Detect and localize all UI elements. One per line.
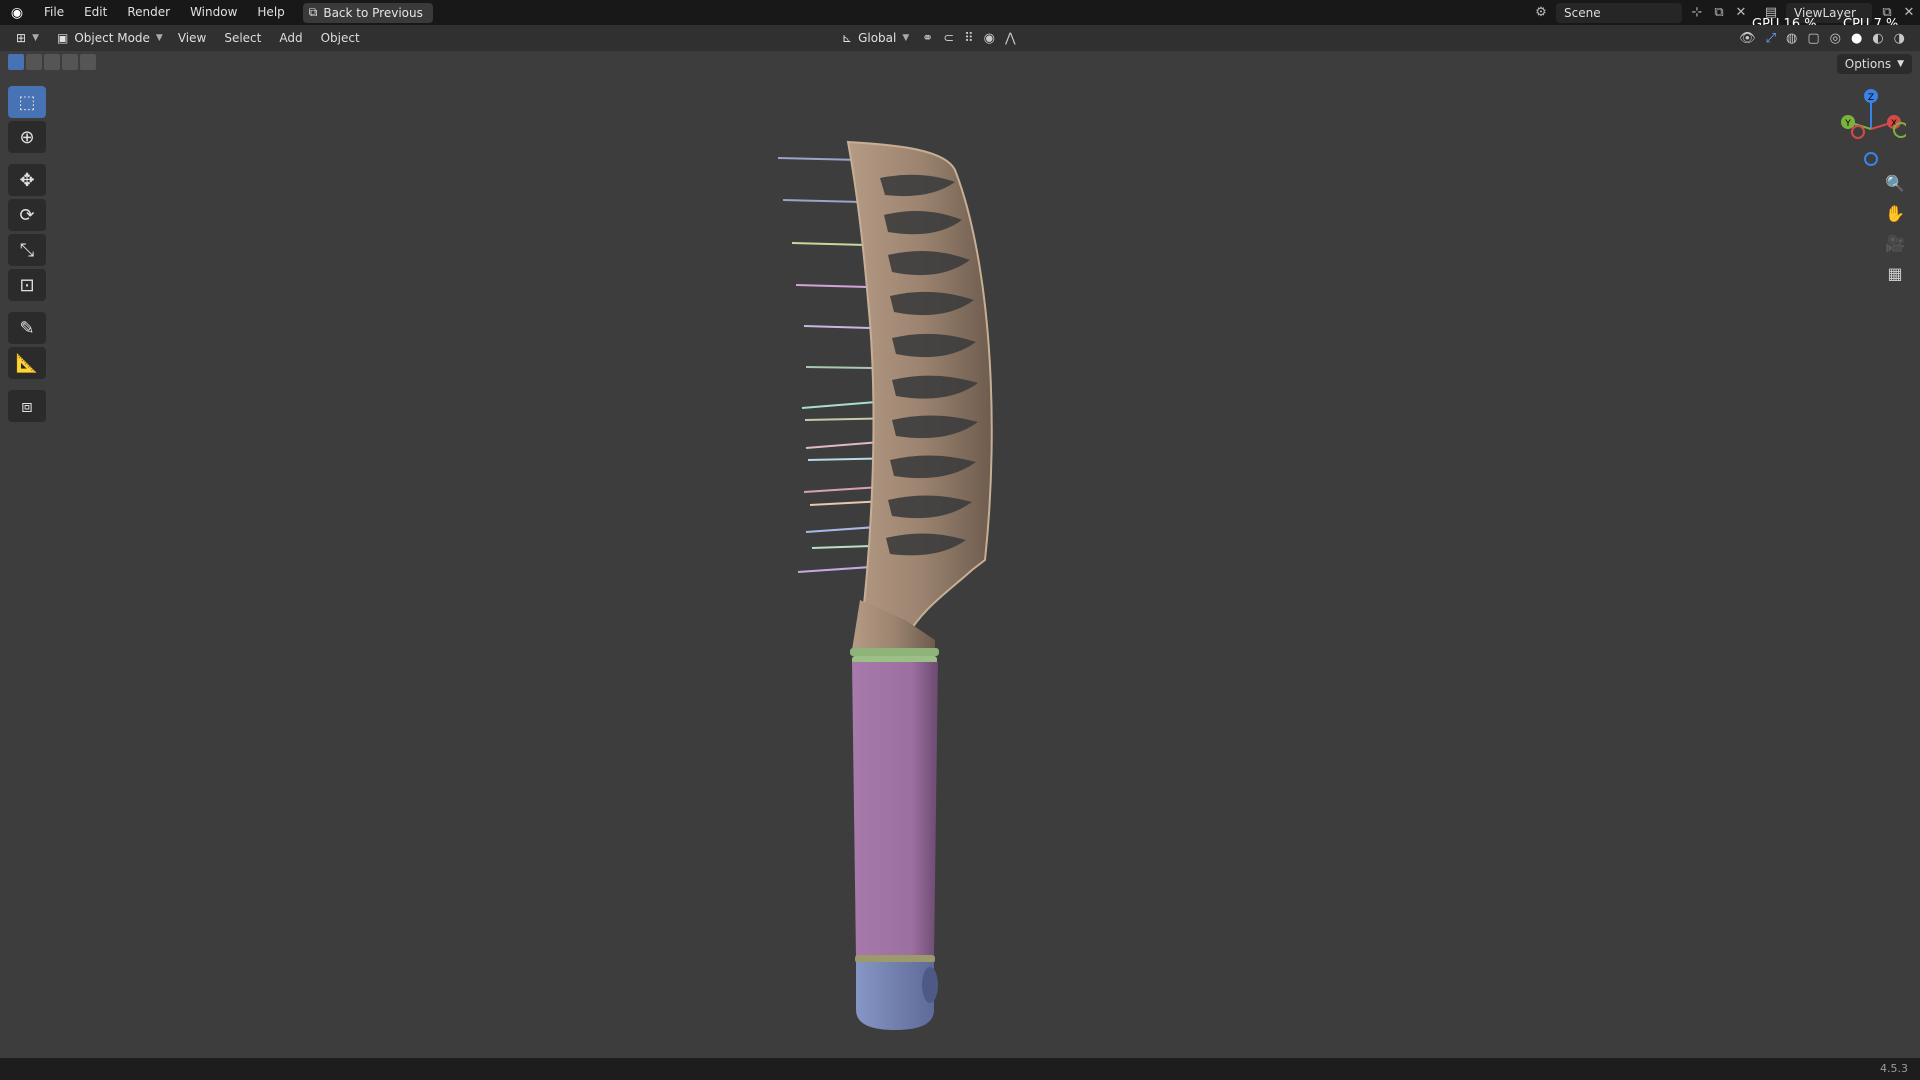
comb-end-cap (856, 962, 934, 1030)
comb-3d-model[interactable] (0, 0, 1920, 1080)
version-label: 4.5.3 (1880, 1062, 1908, 1075)
status-bar: 4.5.3 (0, 1058, 1920, 1080)
top-ring (850, 648, 939, 656)
bottom-ring (855, 955, 935, 963)
cap-hole (922, 967, 938, 1003)
comb-handle (852, 662, 938, 958)
